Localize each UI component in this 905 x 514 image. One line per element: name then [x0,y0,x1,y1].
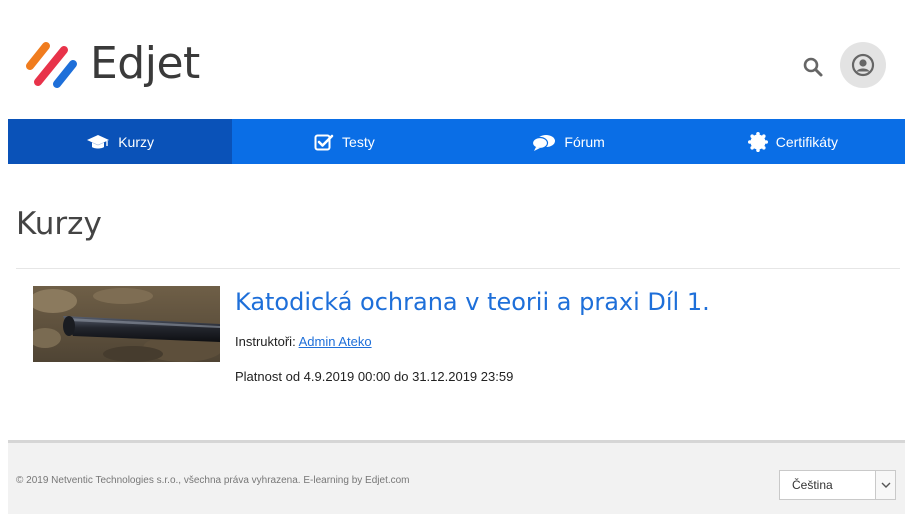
course-title-link[interactable]: Katodická ochrana v teorii a praxi Díl 1… [235,288,710,316]
nav-item-kurzy[interactable]: Kurzy [8,119,233,164]
nav-label-forum: Fórum [564,133,605,150]
pipe-photo-image [33,286,220,362]
language-select[interactable]: Čeština [779,470,896,500]
page-title: Kurzy [16,206,102,242]
nav-label-testy: Testy [342,133,375,150]
search-icon [803,57,823,77]
nav-item-forum[interactable]: Fórum [457,119,681,164]
course-card: Katodická ochrana v teorii a praxi Díl 1… [33,286,893,396]
language-value: Čeština [792,478,833,492]
course-validity: Platnost od 4.9.2019 00:00 do 31.12.2019… [235,369,514,384]
instructor-link[interactable]: Admin Ateko [299,334,372,349]
footer: © 2019 Netventic Technologies s.r.o., vš… [8,440,905,514]
checkbox-icon [314,134,334,150]
graduation-cap-icon [87,134,110,148]
main-nav: Kurzy Testy Fórum Certifikáty [8,119,905,164]
chevron-down-icon [875,471,895,499]
edjet-logo[interactable]: Edjet [24,38,200,90]
header: Edjet [0,0,905,120]
certificate-seal-icon [747,131,768,152]
nav-label-kurzy: Kurzy [118,133,155,150]
copyright-text: © 2019 Netventic Technologies s.r.o., vš… [16,475,410,486]
user-menu-button[interactable] [840,42,886,88]
nav-item-certifikaty[interactable]: Certifikáty [681,119,905,164]
instructors-label: Instruktoři: [235,334,296,349]
nav-item-testy[interactable]: Testy [232,119,456,164]
user-circle-icon [851,53,875,77]
course-thumbnail[interactable] [33,286,220,362]
edjet-logo-icon [26,42,77,88]
chat-bubbles-icon [532,134,556,151]
divider [16,268,900,269]
search-button[interactable] [801,55,825,79]
course-instructors: Instruktoři: Admin Ateko [235,334,372,349]
logo-text: Edjet [90,38,200,89]
nav-label-certifikaty: Certifikáty [775,133,838,150]
